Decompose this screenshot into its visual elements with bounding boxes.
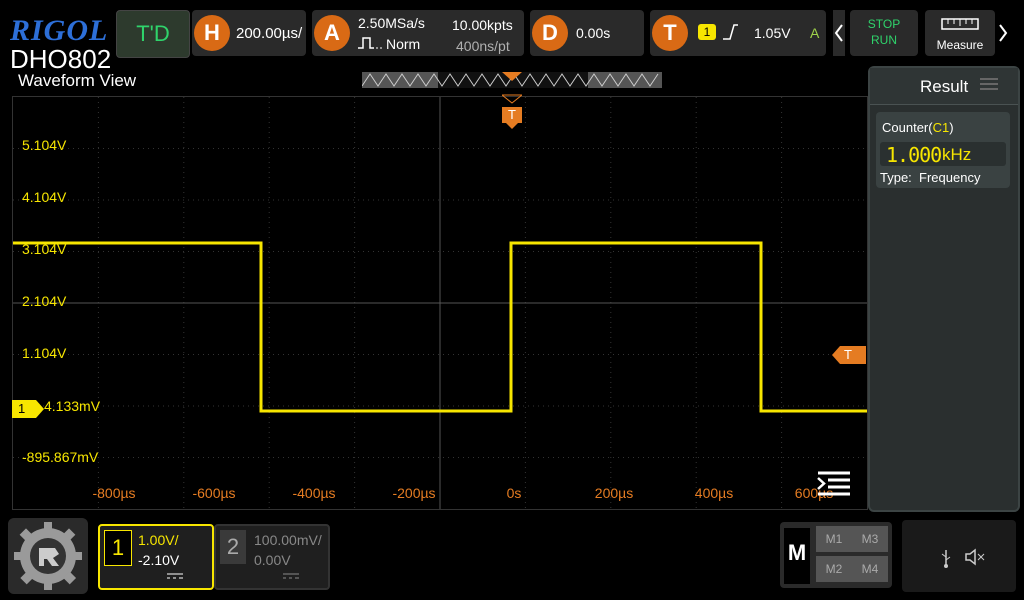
trigger-level-label: T <box>844 347 852 362</box>
math-label: M <box>784 528 810 584</box>
waveform-plot[interactable] <box>12 96 868 510</box>
trigger-position-label: T <box>508 107 516 122</box>
channel2-control[interactable]: 2 100.00mV/ 0.00V <box>214 524 330 590</box>
acquire-mode: Norm <box>386 36 421 52</box>
counter-result-card[interactable]: Counter(C1) 1.000 kHz Type: Frequency <box>876 112 1010 188</box>
acquire-icon: A <box>314 15 350 51</box>
mode-button[interactable]: T'D <box>116 10 190 58</box>
time-label: 400µs <box>694 485 734 501</box>
time-label: -200µs <box>392 485 436 501</box>
counter-unit: kHz <box>942 145 972 164</box>
time-label: 200µs <box>594 485 634 501</box>
counter-type: Type: Frequency <box>880 170 980 185</box>
volt-label: 3.104V <box>22 241 67 257</box>
trigger-level-marker[interactable]: T <box>832 346 866 364</box>
run-label: RUN <box>871 33 897 47</box>
dc-coupling-icon <box>283 573 299 579</box>
timebase-value: 200.00µs/ <box>236 25 303 42</box>
channel2-scale: 100.00mV/ <box>254 532 322 548</box>
delay-control[interactable]: D 0.00s <box>530 10 644 56</box>
counter-text: Counter( <box>882 120 933 135</box>
memory-depth: 10.00kpts <box>452 17 513 33</box>
acquire-control[interactable]: A 2.50MSa/s Norm 10.00kpts 400ns/pt <box>312 10 524 56</box>
nav-left-button[interactable] <box>833 10 845 56</box>
brand-logo: RIGOL <box>10 14 109 47</box>
list-icon[interactable] <box>978 76 1000 92</box>
counter-value-box: 1.000 kHz <box>880 142 1006 167</box>
counter-label: Counter(C1) <box>882 120 954 135</box>
ch1-marker-label: 1 <box>18 401 26 416</box>
rising-edge-icon <box>723 24 738 40</box>
channel1-number: 1 <box>104 530 132 566</box>
trigger-source-badge: 1 <box>698 24 716 40</box>
status-area <box>902 520 1016 592</box>
volt-label: 4.104V <box>22 189 67 205</box>
math-m2[interactable]: M2 <box>816 556 852 582</box>
counter-channel: C1 <box>932 120 950 135</box>
channel2-offset: 0.00V <box>254 552 291 568</box>
trigger-level: 1.05V <box>754 25 791 41</box>
acquire-mode-icon <box>358 37 382 49</box>
mode-label: T'D <box>136 21 170 46</box>
time-label: -400µs <box>292 485 336 501</box>
horizontal-icon: H <box>194 15 230 51</box>
delay-icon: D <box>532 15 568 51</box>
result-panel: Result Counter(C1) 1.000 kHz Type: Frequ… <box>868 66 1020 512</box>
waveform-view-title: Waveform View <box>18 71 137 90</box>
trigger-icon: T <box>652 15 688 51</box>
counter-close: ) <box>949 120 954 135</box>
measure-button[interactable]: Measure <box>925 10 995 56</box>
volt-label: 5.104V <box>22 137 67 153</box>
sample-rate: 2.50MSa/s <box>358 15 425 31</box>
math-control[interactable]: M M1 M3 M2 M4 <box>780 522 892 588</box>
counter-value: 1.000 <box>886 143 942 167</box>
volt-label: 2.104V <box>22 293 67 309</box>
horizontal-scale-control[interactable]: H 200.00µs/ <box>192 10 306 56</box>
volt-label: 4.133mV <box>44 398 101 414</box>
run-stop-button[interactable]: STOP RUN <box>850 10 918 56</box>
time-label: -600µs <box>192 485 236 501</box>
time-per-point: 400ns/pt <box>456 38 510 54</box>
dc-coupling-icon <box>167 573 183 579</box>
home-gear-icon <box>14 522 82 590</box>
counter-type-value: Frequency <box>919 170 981 185</box>
top-bar: RIGOL DHO802 T'D H 200.00µs/ A 2.50MSa/s… <box>0 0 1024 74</box>
ruler-icon <box>941 18 979 30</box>
channel1-offset: -2.10V <box>138 552 180 568</box>
math-m4[interactable]: M4 <box>852 556 888 582</box>
trigger-position-marker[interactable]: T <box>500 93 524 138</box>
usb-icon <box>941 550 951 568</box>
chevron-right-icon <box>999 24 1008 42</box>
nav-right-button[interactable] <box>996 10 1010 56</box>
time-label: -800µs <box>92 485 136 501</box>
menu-icon[interactable] <box>814 468 852 498</box>
memory-overview-bar[interactable] <box>362 70 662 90</box>
result-title: Result <box>920 77 969 96</box>
math-m1[interactable]: M1 <box>816 526 852 552</box>
volt-label: 1.104V <box>22 345 67 361</box>
result-header: Result <box>870 68 1018 105</box>
delay-value: 0.00s <box>576 25 611 41</box>
ch1-offset-marker[interactable]: 1 <box>12 400 44 418</box>
mute-icon[interactable] <box>964 548 986 566</box>
channel2-number: 2 <box>220 530 246 564</box>
trigger-sweep: A <box>810 25 820 41</box>
channel1-control[interactable]: 1 1.00V/ -2.10V <box>98 524 214 590</box>
home-button[interactable] <box>8 518 88 594</box>
chevron-left-icon <box>834 24 843 42</box>
channel1-scale: 1.00V/ <box>138 532 179 548</box>
time-label: 0s <box>506 485 522 501</box>
measure-label: Measure <box>936 38 984 52</box>
counter-type-label: Type: <box>880 170 912 185</box>
waveform-grid <box>13 97 867 509</box>
volt-label: -895.867mV <box>22 449 99 465</box>
stop-label: STOP <box>867 17 901 31</box>
bottom-bar: 1 1.00V/ -2.10V 2 100.00mV/ 0.00V M M1 M… <box>0 512 1024 600</box>
math-m3[interactable]: M3 <box>852 526 888 552</box>
trigger-control[interactable]: T 1 1.05V A <box>650 10 826 56</box>
